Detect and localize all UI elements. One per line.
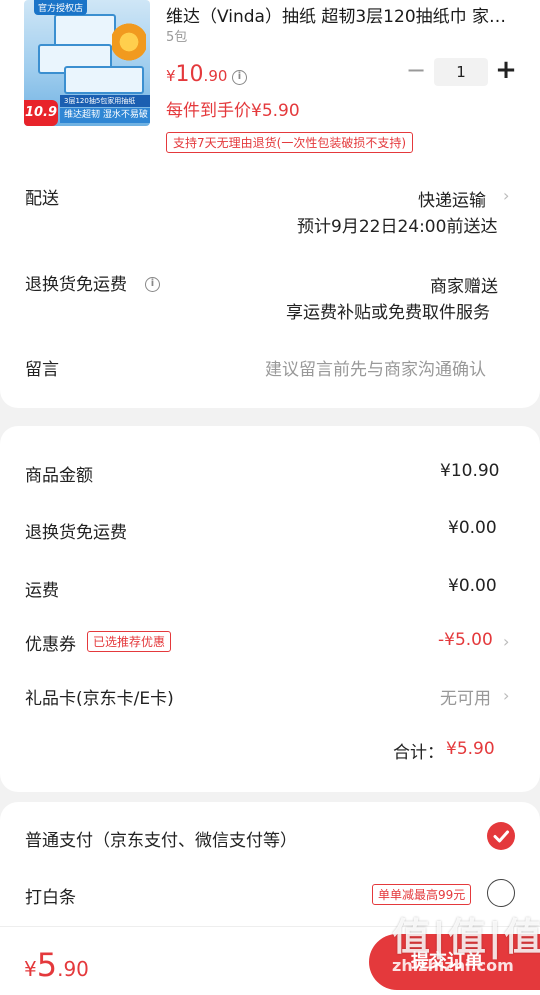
return-shipping-label: 退换货免运费 (25, 275, 127, 295)
return-shipping-desc: 享运费补贴或免费取件服务 (286, 303, 490, 323)
coupon-label: 优惠券 (25, 635, 76, 655)
giftcard-label: 礼品卡(京东卡/E卡) (25, 689, 174, 709)
image-strip2-text: 维达超韧 湿水不易破 (60, 108, 150, 123)
message-input[interactable]: 建议留言前先与商家沟通确认 (265, 355, 486, 380)
giftcard-value[interactable]: 无可用 (440, 684, 491, 709)
delivery-eta: 预计9月22日24:00前送达 (297, 217, 498, 237)
watermark: 值|值|值 zhizhizhi.com (392, 906, 540, 992)
product-spec: 5包 (166, 30, 188, 45)
tissue-pack-shape (64, 66, 144, 94)
price-info-button[interactable]: i (232, 64, 247, 85)
checkmark-icon[interactable] (487, 822, 515, 850)
chevron-right-icon[interactable]: › (503, 686, 509, 705)
return-shipping-value: 商家赠送 (430, 277, 498, 297)
quantity-input[interactable]: 1 (434, 58, 488, 86)
chevron-right-icon[interactable]: › (503, 632, 509, 651)
message-label: 留言 (25, 360, 59, 380)
tissue-pack-shape (54, 14, 116, 48)
goods-amount-label: 商品金额 (25, 466, 93, 486)
return-fee-value: ¥0.00 (448, 518, 497, 538)
radio-empty-icon[interactable] (487, 879, 515, 907)
baitiao-payment-option[interactable]: 打白条 (25, 883, 76, 908)
coupon-value[interactable]: -¥5.00 (438, 630, 493, 650)
return-shipping-info-button[interactable]: i (145, 271, 160, 292)
shipping-fee-value: ¥0.00 (448, 576, 497, 596)
flower-graphic (112, 22, 146, 62)
normal-payment-option[interactable]: 普通支付（京东支付、微信支付等） (25, 826, 297, 851)
product-price: ¥10.90 (166, 62, 227, 87)
image-price-badge: 10.9 (24, 100, 58, 126)
info-icon: i (145, 277, 160, 292)
price-integer: 10 (175, 62, 204, 87)
delivery-label: 配送 (25, 189, 59, 209)
price-currency: ¥ (166, 67, 176, 85)
chevron-right-icon[interactable]: › (503, 186, 509, 205)
total-price: ¥5.90 (24, 946, 89, 984)
total-currency: ¥ (24, 957, 37, 981)
delivery-method[interactable]: 快递运输 (418, 186, 486, 211)
return-policy-tag: 支持7天无理由退货(一次性包装破损不支持) (166, 132, 413, 153)
total-integer: 5 (36, 946, 58, 984)
quantity-increase-button[interactable]: + (494, 56, 518, 84)
subtotal-value: ¥5.90 (446, 739, 495, 759)
official-store-tag: 官方授权店 (34, 0, 88, 15)
price-decimal: .90 (203, 67, 228, 85)
goods-amount-value: ¥10.90 (440, 461, 500, 481)
image-strip-text: 3层120抽5包家用抽纸 (60, 95, 150, 107)
shipping-fee-label: 运费 (25, 581, 59, 601)
total-decimal: .90 (57, 957, 89, 981)
watermark-top: 值|值|值 (392, 915, 540, 959)
quantity-decrease-button[interactable]: − (406, 58, 426, 84)
coupon-tag: 已选推荐优惠 (87, 631, 172, 652)
watermark-sub: zhizhizhi.com (392, 956, 514, 975)
subtotal-label: 合计： (393, 743, 444, 763)
info-icon: i (232, 70, 247, 85)
product-image[interactable]: 官方授权店 3层120抽5包家用抽纸 维达超韧 湿水不易破 10.9 (24, 0, 150, 126)
product-title[interactable]: 维达（Vinda）抽纸 超韧3层120抽纸巾 家… (166, 2, 518, 27)
return-fee-label: 退换货免运费 (25, 523, 127, 543)
final-unit-price: 每件到手价¥5.90 (166, 101, 300, 121)
baitiao-promo-tag: 单单减最高99元 (372, 884, 472, 905)
